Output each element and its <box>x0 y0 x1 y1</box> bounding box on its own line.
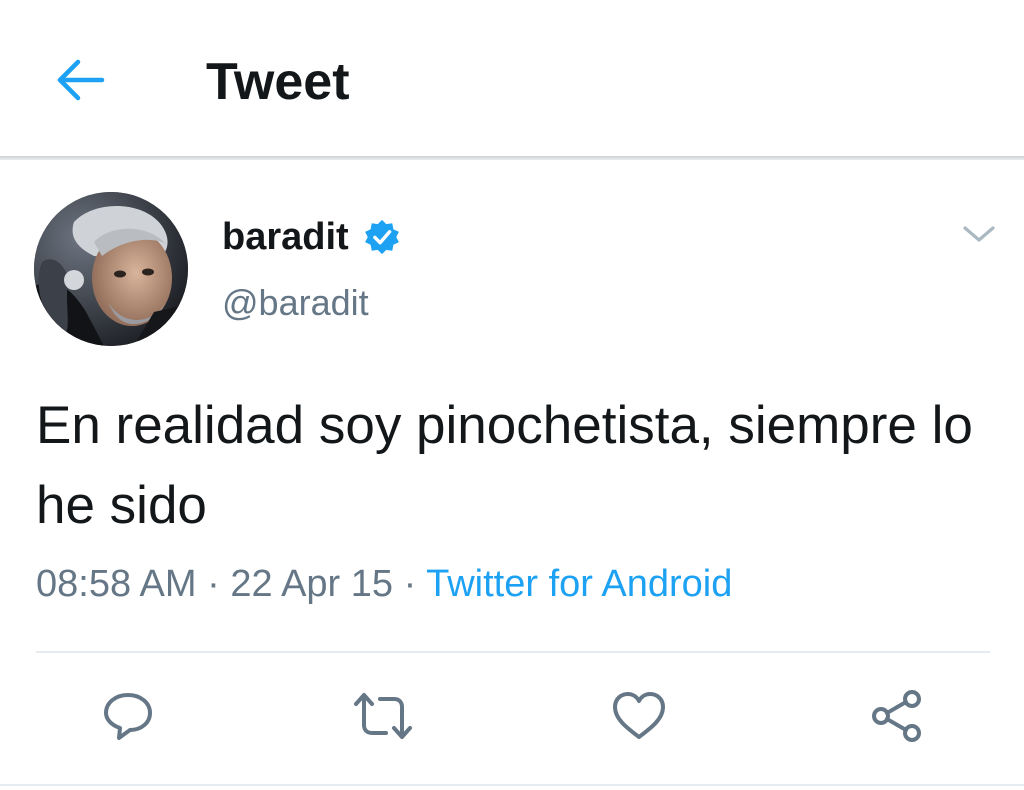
arrow-left-icon <box>57 59 105 101</box>
header-divider <box>0 156 1024 160</box>
retweet-button[interactable] <box>348 684 418 748</box>
tweet-time: 08:58 AM <box>36 563 197 605</box>
verified-badge-icon <box>364 219 399 255</box>
top-app-bar: Tweet <box>0 0 1024 160</box>
back-button[interactable] <box>44 50 116 110</box>
author-name-row: baradit <box>222 212 401 262</box>
tweet-detail-screen: Tweet baradit @baradit En realidad soy p… <box>0 0 1024 790</box>
avatar[interactable] <box>34 192 188 346</box>
page-title: Tweet <box>206 53 350 111</box>
like-icon <box>613 692 665 739</box>
tweet-menu-button[interactable] <box>954 214 1004 254</box>
reply-button[interactable] <box>93 684 163 748</box>
chevron-down-icon <box>963 226 995 242</box>
retweet-icon <box>354 693 412 739</box>
bottom-divider <box>0 784 1024 786</box>
author-name[interactable]: baradit <box>222 216 349 259</box>
author-handle[interactable]: @baradit <box>222 282 369 324</box>
share-button[interactable] <box>862 684 932 748</box>
tweet-text: En realidad soy pinochetista, siempre lo… <box>36 396 973 535</box>
meta-separator: · <box>403 563 417 605</box>
share-icon <box>872 690 921 742</box>
meta-separator: · <box>207 563 220 605</box>
reply-icon <box>104 693 152 740</box>
tweet-source-link[interactable]: Twitter for Android <box>426 563 732 605</box>
actions-divider <box>36 651 990 653</box>
tweet-date: 22 Apr 15 <box>230 563 394 605</box>
tweet-metadata: 08:58 AM · 22 Apr 15 · Twitter for Andro… <box>36 563 732 606</box>
profile-photo <box>34 192 188 346</box>
like-button[interactable] <box>604 684 674 748</box>
